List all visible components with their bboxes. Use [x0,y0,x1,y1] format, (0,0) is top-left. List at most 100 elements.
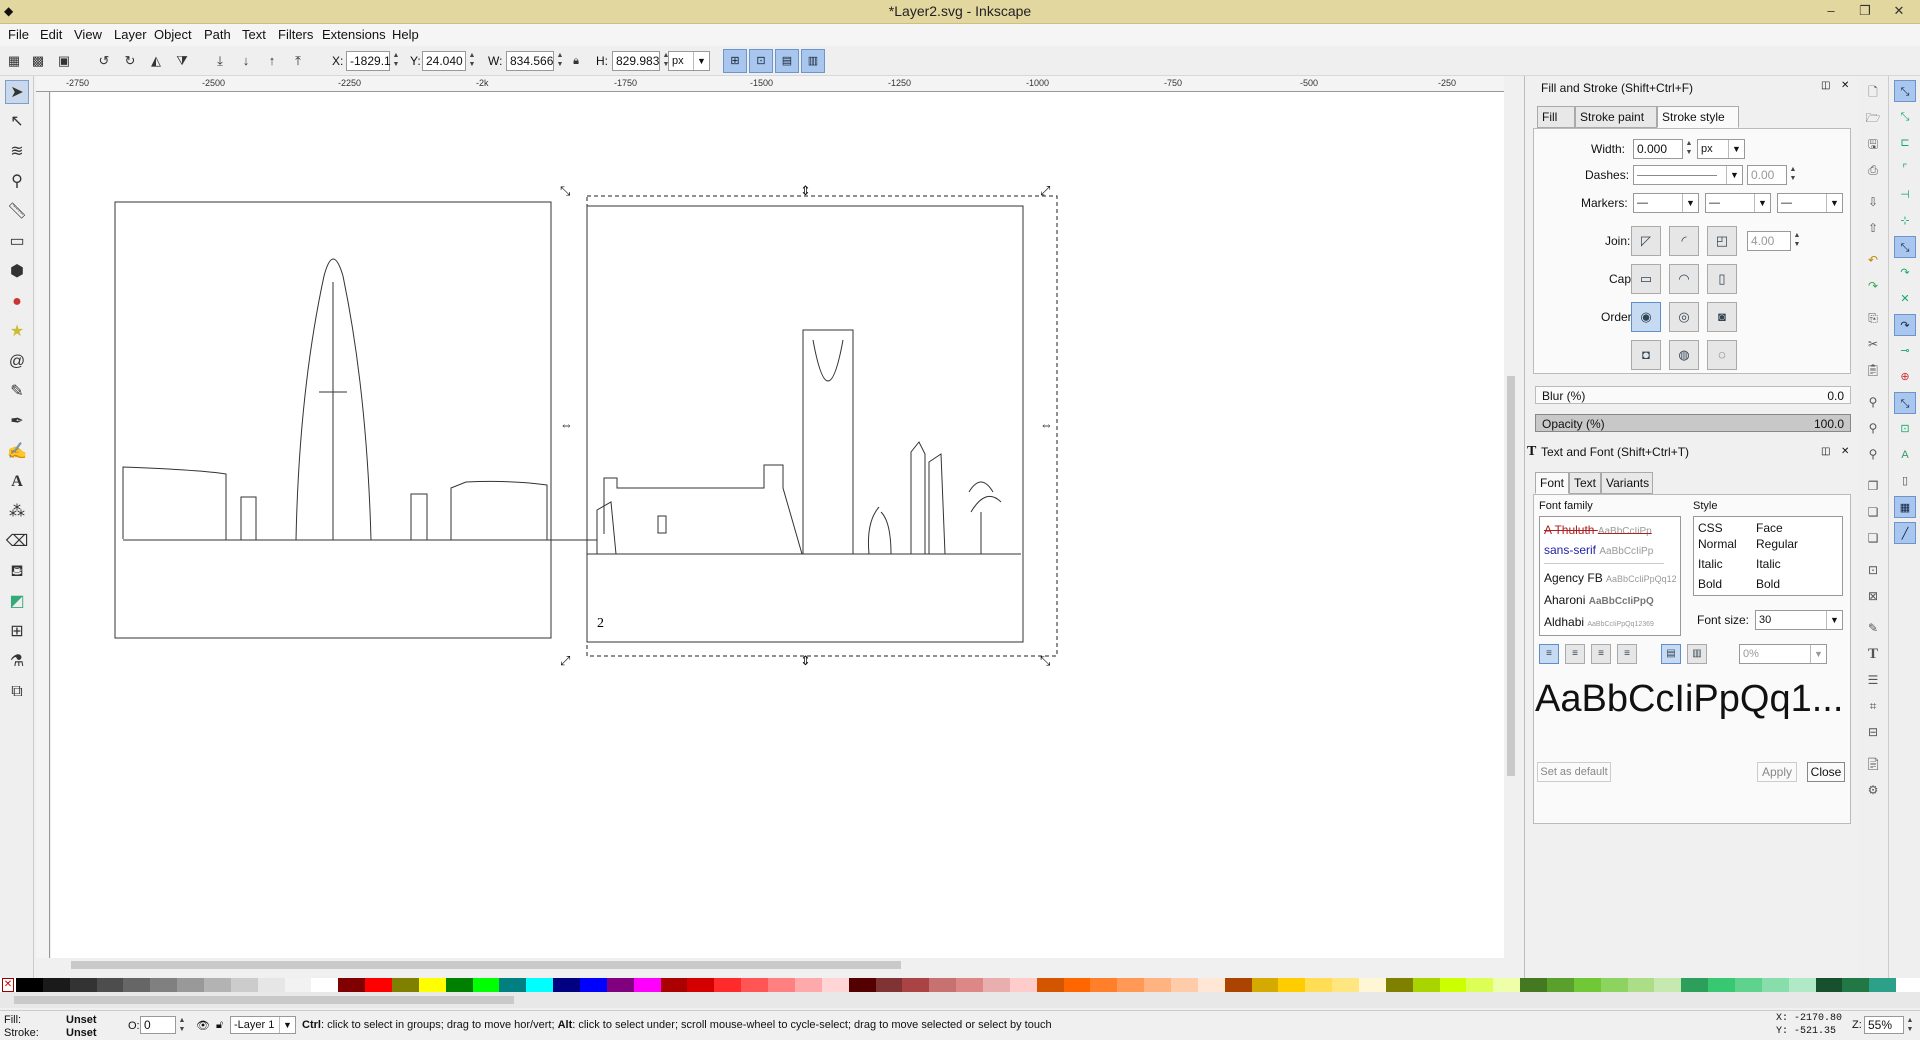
palette-swatch[interactable] [1520,978,1547,992]
eraser-tool-icon[interactable]: ⌫ [5,530,29,554]
palette-scrollbar[interactable] [0,992,1920,1008]
h-input[interactable]: 829.983 ▲ ▼ [612,51,669,71]
style-row-bold-face[interactable]: Bold [1756,577,1780,591]
raise-icon[interactable]: ↑ [262,51,282,71]
transform-gradients-toggle[interactable]: ▤ [775,49,799,73]
vertical-scrollbar[interactable] [1504,76,1518,958]
resize-handle-s[interactable]: ⇕ [800,654,811,667]
deselect-icon[interactable]: ▣ [54,51,74,71]
export-icon[interactable]: ⇧ [1863,218,1883,238]
zoom-selection-icon[interactable]: ⚲ [1863,392,1883,412]
snap-smooth-nodes-icon[interactable]: ↷ [1894,314,1916,336]
resize-handle-n[interactable]: ⇕ [800,184,811,197]
x-spin-arrows-icon[interactable]: ▲ ▼ [391,51,401,71]
palette-swatch[interactable] [96,978,124,992]
palette-swatch[interactable] [1546,978,1574,992]
palette-swatch[interactable] [1654,978,1682,992]
palette-swatch[interactable] [553,978,581,992]
palette-swatch[interactable] [1761,978,1789,992]
minimize-button[interactable]: – [1816,0,1846,22]
lower-icon[interactable]: ↓ [236,51,256,71]
palette-swatch[interactable] [1036,978,1064,992]
snap-bbox-midpoint-icon[interactable]: ⊣ [1894,184,1916,206]
cap-round-button[interactable]: ◠ [1669,264,1699,294]
palette-swatch[interactable] [284,978,312,992]
redo-icon[interactable]: ↷ [1863,276,1883,296]
select-all-icon[interactable]: ▦ [4,51,24,71]
flip-horizontal-icon[interactable]: ◭ [146,51,166,71]
end-marker-select[interactable]: — ▼ [1777,193,1843,213]
layer-select[interactable]: -Layer 1 ▼ [230,1016,296,1034]
preferences-icon[interactable]: ⚙ [1863,780,1883,800]
dash-pattern-select[interactable]: ▼ [1633,165,1743,185]
rotate-ccw-icon[interactable]: ↺ [94,51,114,71]
palette-swatch[interactable] [687,978,715,992]
palette-swatch[interactable] [741,978,769,992]
palette-swatch[interactable] [1090,978,1118,992]
palette-swatch[interactable] [1681,978,1709,992]
fill-stroke-dialog-icon[interactable]: ✎ [1863,618,1883,638]
mesh-tool-icon[interactable]: ⊞ [5,620,29,644]
palette-swatch[interactable] [338,978,366,992]
opacity-input[interactable]: 0 ▲ ▼ [140,1016,185,1034]
snap-page-border-icon[interactable]: ▯ [1894,470,1916,492]
cap-butt-button[interactable]: ▭ [1631,264,1661,294]
tab-font[interactable]: Font [1535,472,1569,494]
layer-visibility-icon[interactable]: 👁︎ [196,1019,210,1032]
opacity-spin-arrows-icon[interactable]: ▲ ▼ [177,1016,187,1034]
palette-swatch[interactable] [929,978,957,992]
dash-offset-spin-arrows-icon[interactable]: ▲ ▼ [1788,165,1798,185]
menu-view[interactable]: View [74,27,102,42]
palette-swatch[interactable] [714,978,742,992]
resize-handle-nw[interactable]: ⤡ [560,184,570,197]
print-icon[interactable]: ⎙ [1863,160,1883,180]
select-all-layers-icon[interactable]: ▩ [28,51,48,71]
width-spin-arrows-icon[interactable]: ▲ ▼ [1684,139,1694,159]
save-icon[interactable]: 🖫︎ [1863,134,1883,154]
rectangle-tool-icon[interactable]: ▭ [5,230,29,254]
snap-bbox-edge-icon[interactable]: ⊏ [1894,132,1916,154]
palette-swatch[interactable] [982,978,1010,992]
horizontal-ruler[interactable]: -2750 -2500 -2250 -2k -1750 -1500 -1250 … [36,76,1516,92]
menu-object[interactable]: Object [154,27,192,42]
palette-swatch[interactable] [956,978,983,992]
palette-swatch[interactable] [1170,978,1198,992]
palette-swatch[interactable] [1600,978,1628,992]
set-default-button[interactable]: Set as default [1537,762,1611,782]
palette-swatch[interactable] [1385,978,1413,992]
palette-swatch[interactable] [418,978,446,992]
palette-swatch[interactable] [150,978,178,992]
line-spacing-select[interactable]: 0% ▼ [1739,644,1827,664]
palette-swatch[interactable] [177,978,205,992]
cut-icon[interactable]: ✂ [1863,334,1883,354]
tweak-tool-icon[interactable]: ≋ [5,140,29,164]
style-row-normal-css[interactable]: Normal [1698,537,1737,551]
palette-swatch[interactable] [1278,978,1306,992]
x-input[interactable]: -1829.1 ▲ ▼ [346,51,399,71]
palette-swatch[interactable] [204,978,231,992]
palette-swatch[interactable] [1708,978,1735,992]
palette-swatch[interactable] [16,978,43,992]
undo-icon[interactable]: ↶ [1863,250,1883,270]
w-input[interactable]: 834.566 ▲ ▼ [506,51,563,71]
palette-swatch[interactable] [1144,978,1171,992]
w-spin-arrows-icon[interactable]: ▲ ▼ [555,51,565,71]
y-spin-arrows-icon[interactable]: ▲ ▼ [467,51,477,71]
align-right-button[interactable]: ≡ [1591,644,1611,664]
order-markers-fill-stroke-button[interactable]: ◘ [1631,340,1661,370]
y-input[interactable]: 24.040 ▲ ▼ [422,51,475,71]
palette-swatch[interactable] [1197,978,1225,992]
lower-to-bottom-icon[interactable]: ⤓ [210,51,230,71]
palette-swatch[interactable] [365,978,393,992]
horizontal-text-button[interactable]: ▤ [1661,644,1681,664]
spiral-tool-icon[interactable]: @ [5,350,29,374]
panel-minimize-icon[interactable]: ◫ [1821,80,1830,91]
palette-swatch[interactable] [1251,978,1279,992]
align-justify-button[interactable]: ≡ [1617,644,1637,664]
layers-dialog-icon[interactable]: ☰ [1863,670,1883,690]
import-icon[interactable]: ⇩ [1863,192,1883,212]
miter-limit-input[interactable]: 4.00 ▲ ▼ [1747,231,1800,251]
palette-swatch[interactable] [606,978,634,992]
menu-edit[interactable]: Edit [40,27,62,42]
snap-enable-icon[interactable]: ⤡ [1894,80,1916,102]
